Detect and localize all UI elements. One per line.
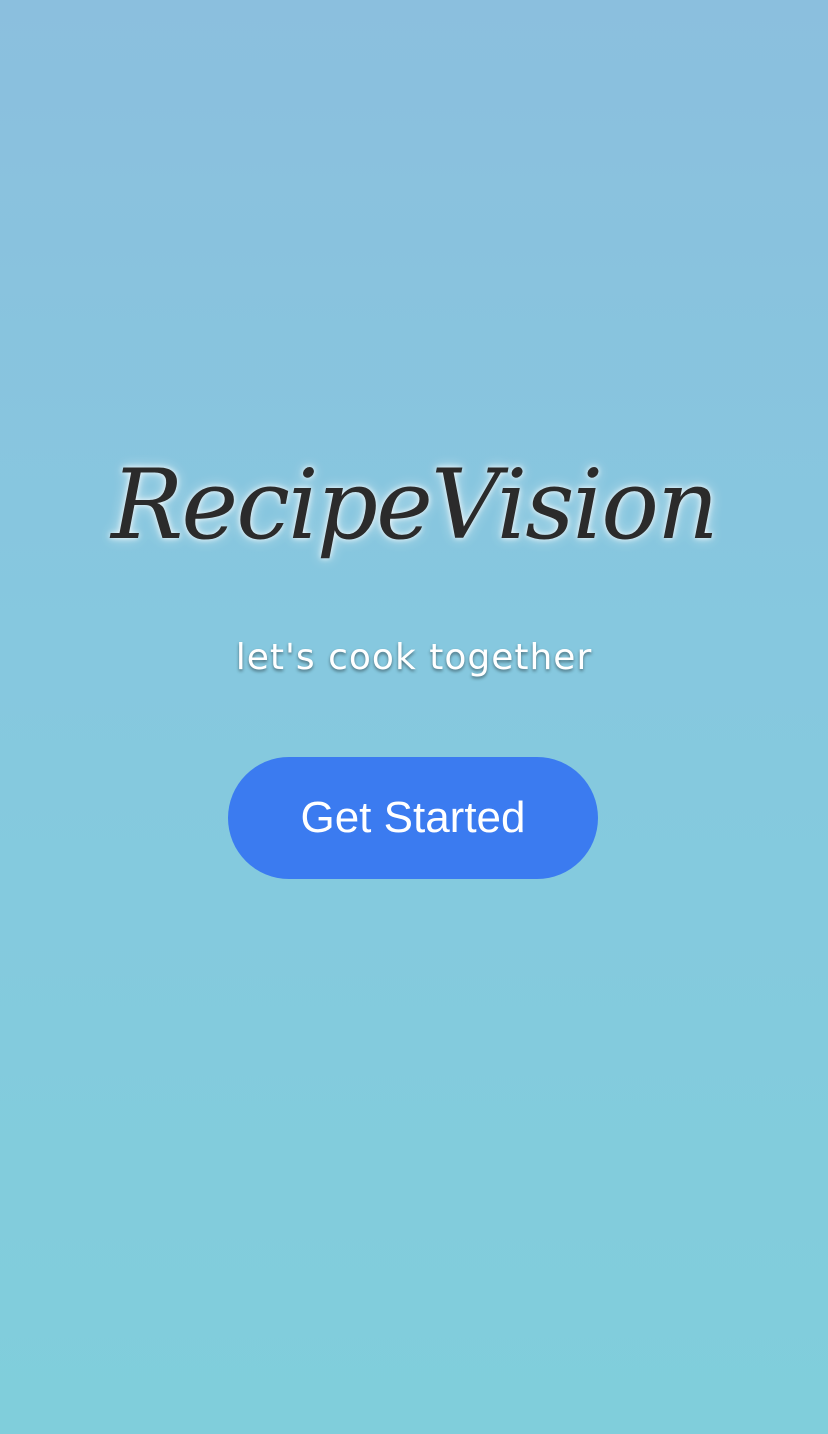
tagline: let's cook together: [235, 637, 593, 678]
welcome-screen: RecipeVision let's cook together Get Sta…: [0, 0, 828, 1434]
app-title: RecipeVision: [111, 449, 719, 561]
get-started-button[interactable]: Get Started: [228, 757, 598, 879]
